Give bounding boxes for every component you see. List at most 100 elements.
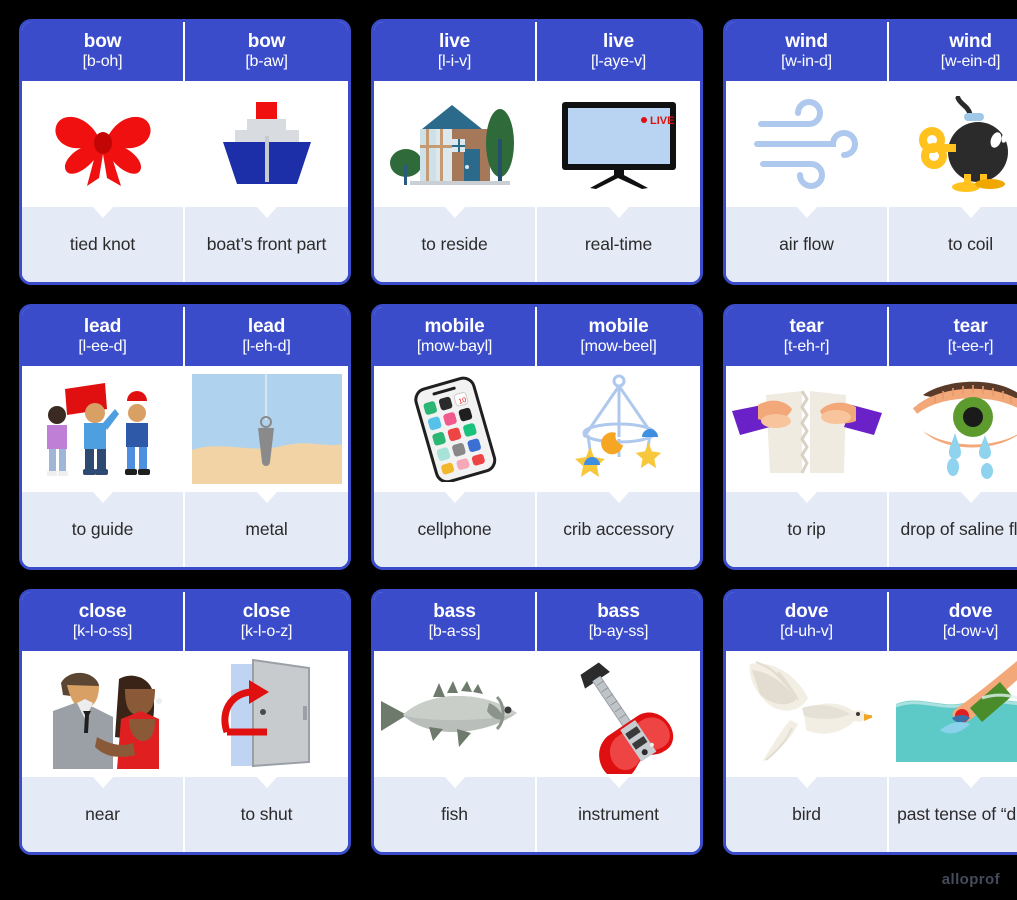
definition-pointer-notch <box>256 207 277 218</box>
definition-cell-left: to reside <box>374 207 537 282</box>
illustration-area <box>537 366 700 492</box>
definition-pointer-notch <box>608 207 629 218</box>
sense-header: dove [d-ow-v] <box>889 592 1017 660</box>
definition-pointer-notch <box>256 777 277 788</box>
illustration-area <box>22 81 183 207</box>
definition-pointer-notch <box>92 207 113 218</box>
dove-bird-icon <box>742 658 872 770</box>
homograph-card-grid: bow [b-oh] bow [b-aw] tied knot boat’s fron… <box>0 0 1017 855</box>
definition-pointer-notch <box>256 492 277 503</box>
pronunciation: [k-l-o-ss] <box>72 623 133 641</box>
sense-column-right: wind [w-ein-d] <box>889 22 1017 207</box>
sense-header: tear [t-ee-r] <box>889 307 1017 375</box>
definition-pointer-notch <box>960 777 981 788</box>
definition-cell-right: drop of saline fluid <box>889 492 1017 567</box>
definition-cell-left: fish <box>374 777 537 852</box>
definition-text: cellphone <box>374 492 537 567</box>
sense-header: bow [b-aw] <box>185 22 348 90</box>
definition-text: metal <box>185 492 348 567</box>
homograph-card-lead: lead [l-ee-d] lead [l-eh-d] to guide metal <box>19 304 351 570</box>
sense-column-left: bass [b-a-ss] <box>374 592 537 777</box>
definition-pointer-notch <box>796 777 817 788</box>
definition-cell-right: metal <box>185 492 348 567</box>
definition-row: birdpast tense of “dive” <box>726 777 1017 852</box>
definition-cell-left: near <box>22 777 185 852</box>
pronunciation: [b-ay-ss] <box>588 623 649 641</box>
bass-fish-icon <box>377 671 533 757</box>
pronunciation: [k-l-o-z] <box>240 623 293 641</box>
couple-embracing-icon <box>33 659 173 769</box>
definition-text: to guide <box>22 492 185 567</box>
definition-text: to reside <box>374 207 537 282</box>
pronunciation: [mow-beel] <box>580 338 657 356</box>
definition-pointer-notch <box>796 207 817 218</box>
crib-mobile-icon <box>560 373 678 485</box>
electric-guitar-icon <box>559 654 679 774</box>
definition-pointer-notch <box>608 777 629 788</box>
television-live-icon: LIVE <box>556 96 682 192</box>
definition-cell-right: to coil <box>889 207 1017 282</box>
definition-row: cellphone crib accessory <box>374 492 700 567</box>
homograph-card-bow: bow [b-oh] bow [b-aw] tied knot boat’s fron… <box>19 19 351 285</box>
svg-text:LIVE: LIVE <box>650 115 674 127</box>
pronunciation: [l-eh-d] <box>242 338 291 356</box>
house-icon <box>389 95 520 193</box>
definition-text: drop of saline fluid <box>889 492 1017 567</box>
smartphone-icon: 10 <box>399 376 511 482</box>
ship-bow-icon <box>211 96 323 192</box>
definition-pointer-notch <box>444 207 465 218</box>
pronunciation: [b-a-ss] <box>428 623 481 641</box>
illustration-area <box>889 366 1017 492</box>
definition-text: tied knot <box>22 207 185 282</box>
homograph-card-bass: bass [b-a-ss] bass [b-ay-ss] fish instru… <box>371 589 703 855</box>
pronunciation: [t-eh-r] <box>783 338 830 356</box>
headword: bow <box>247 31 286 53</box>
definition-pointer-notch <box>92 492 113 503</box>
sense-header: dove [d-uh-v] <box>726 592 887 660</box>
definition-pointer-notch <box>444 492 465 503</box>
sense-header: tear [t-eh-r] <box>726 307 887 375</box>
headword: lead <box>83 316 122 338</box>
definition-row: to ripdrop of saline fluid <box>726 492 1017 567</box>
illustration-area <box>374 651 535 777</box>
sense-column-left: lead [l-ee-d] <box>22 307 185 492</box>
illustration-area: 10 <box>374 366 535 492</box>
homograph-card-dove: dove [d-uh-v] dove [d-ow-v] bird past tense… <box>723 589 1017 855</box>
pronunciation: [b-oh] <box>82 53 123 71</box>
headword: wind <box>949 31 992 53</box>
headword: dove <box>948 601 993 623</box>
sense-header: lead [l-eh-d] <box>185 307 348 375</box>
sense-header: mobile [mow-bayl] <box>374 307 535 375</box>
headword: close <box>78 601 127 623</box>
sense-header: close [k-l-o-z] <box>185 592 348 660</box>
sense-header: bass [b-ay-ss] <box>537 592 700 660</box>
definition-cell-right: instrument <box>537 777 700 852</box>
headword: dove <box>784 601 829 623</box>
definition-pointer-notch <box>960 492 981 503</box>
homograph-card-live: live [l-i-v] live [l-aye-v] LIVE to reside… <box>371 19 703 285</box>
headword: bass <box>433 601 476 623</box>
sense-column-left: tear [t-eh-r] <box>726 307 889 492</box>
definition-cell-left: to guide <box>22 492 185 567</box>
definition-text: to coil <box>889 207 1017 282</box>
headword: bass <box>597 601 640 623</box>
definition-text: instrument <box>537 777 700 852</box>
headword: mobile <box>424 316 485 338</box>
definition-cell-left: cellphone <box>374 492 537 567</box>
illustration-area <box>185 651 348 777</box>
definition-row: near to shut <box>22 777 348 852</box>
wind-up-bomb-icon <box>912 96 1017 192</box>
sense-header: live [l-i-v] <box>374 22 535 90</box>
sense-column-right: close [k-l-o-z] <box>185 592 348 777</box>
sense-header: close [k-l-o-ss] <box>22 592 183 660</box>
definition-text: real-time <box>537 207 700 282</box>
headword: close <box>242 601 291 623</box>
homograph-card-tear: tear [t-eh-r] tear [t-ee-r] to rip drop of … <box>723 304 1017 570</box>
definition-pointer-notch <box>444 777 465 788</box>
hands-tearing-paper-icon <box>731 377 882 481</box>
illustration-area <box>374 81 535 207</box>
sense-header: bow [b-oh] <box>22 22 183 90</box>
illustration-area <box>726 366 887 492</box>
definition-cell-left: tied knot <box>22 207 185 282</box>
pronunciation: [t-ee-r] <box>947 338 994 356</box>
